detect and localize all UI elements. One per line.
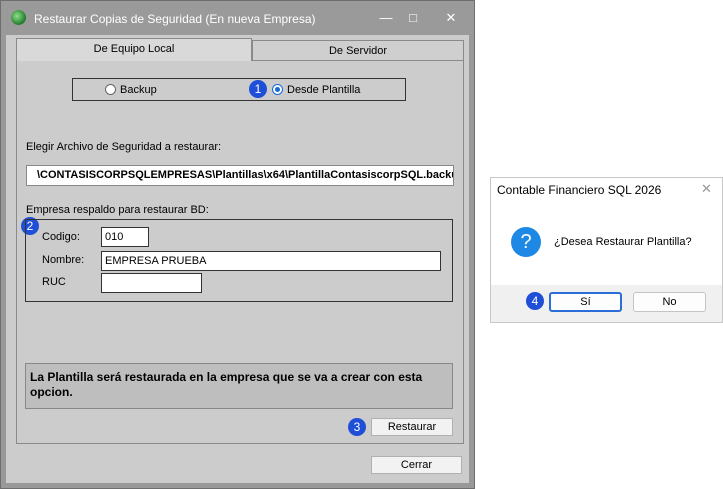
close-window-button[interactable]: ✕	[436, 7, 466, 29]
tab-servidor[interactable]: De Servidor	[252, 40, 464, 61]
codigo-label: Codigo:	[42, 231, 80, 243]
restore-source-group: Backup 1 Desde Plantilla	[72, 78, 406, 101]
confirm-dialog: Contable Financiero SQL 2026 ✕ ? ¿Desea …	[490, 177, 723, 323]
step-badge-1: 1	[249, 80, 267, 98]
radio-desde-plantilla-label[interactable]: Desde Plantilla	[287, 84, 360, 96]
radio-backup[interactable]	[105, 84, 116, 95]
tab-control: De Equipo Local De Servidor Backup 1 Des…	[16, 38, 464, 444]
dialog-title: Contable Financiero SQL 2026	[497, 183, 662, 197]
minimize-button[interactable]: —	[371, 7, 401, 29]
tab-equipo-local[interactable]: De Equipo Local	[16, 38, 252, 61]
question-icon: ?	[511, 227, 541, 257]
window-titlebar: Restaurar Copias de Seguridad (En nueva …	[1, 1, 474, 35]
close-button[interactable]: Cerrar	[371, 456, 462, 474]
choose-file-label: Elegir Archivo de Seguridad a restaurar:	[26, 141, 222, 153]
codigo-input[interactable]: 010	[101, 227, 149, 247]
dialog-footer: 4 Sí No	[491, 285, 722, 322]
window-title: Restaurar Copias de Seguridad (En nueva …	[34, 12, 316, 26]
nombre-label: Nombre:	[42, 254, 85, 266]
radio-desde-plantilla[interactable]	[272, 84, 283, 95]
restore-window: Restaurar Copias de Seguridad (En nueva …	[0, 0, 475, 489]
backup-file-path[interactable]: \CONTASISCORPSQLEMPRESAS\Plantillas\x64\…	[26, 165, 454, 186]
dialog-message: ¿Desea Restaurar Plantilla?	[554, 236, 692, 248]
yes-button[interactable]: Sí	[549, 292, 622, 312]
ruc-input[interactable]	[101, 273, 202, 293]
no-button[interactable]: No	[633, 292, 706, 312]
company-fields-group: Codigo: 010 Nombre: EMPRESA PRUEBA RUC	[25, 219, 453, 302]
step-badge-3: 3	[348, 418, 366, 436]
step-badge-4: 4	[526, 292, 544, 310]
radio-backup-label[interactable]: Backup	[120, 84, 157, 96]
tab-panel-equipo-local: Backup 1 Desde Plantilla Elegir Archivo …	[16, 60, 464, 444]
app-logo-icon	[11, 10, 26, 25]
nombre-input[interactable]: EMPRESA PRUEBA	[101, 251, 441, 271]
company-group-label: Empresa respaldo para restaurar BD:	[26, 204, 209, 216]
ruc-label: RUC	[42, 276, 66, 288]
dialog-close-icon[interactable]: ✕	[701, 181, 712, 197]
info-message: La Plantilla será restaurada en la empre…	[25, 363, 453, 409]
maximize-button[interactable]: □	[398, 7, 428, 29]
window-client-area: De Equipo Local De Servidor Backup 1 Des…	[6, 35, 469, 483]
restore-button[interactable]: Restaurar	[371, 418, 453, 436]
